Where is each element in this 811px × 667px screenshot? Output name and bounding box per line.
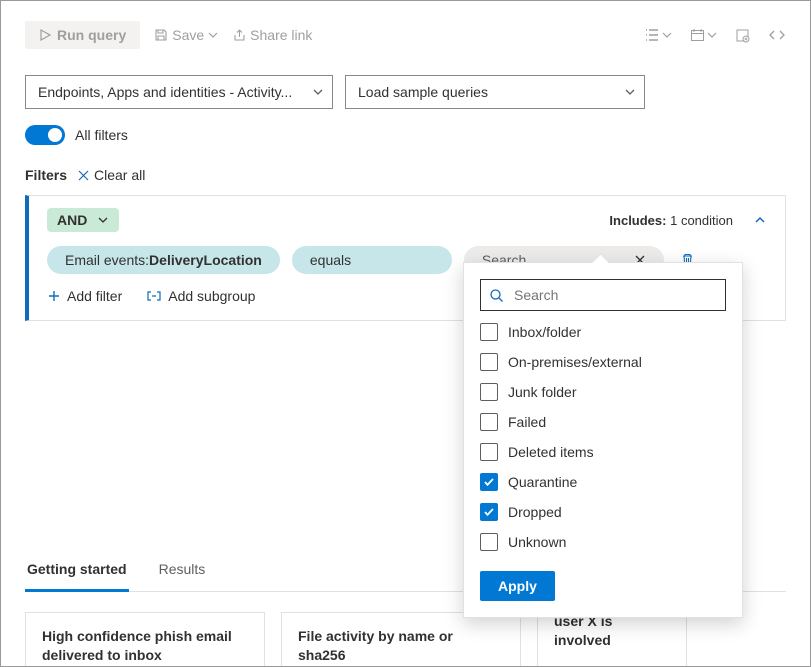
filter-operator-pill[interactable]: equals [292, 246, 452, 274]
query-card[interactable]: user X is involved [537, 612, 687, 667]
save-icon [154, 28, 168, 42]
checkbox[interactable] [480, 533, 498, 551]
card-title: File activity by name or sha256 [298, 628, 453, 663]
chevron-down-icon [624, 86, 636, 98]
popup-search-box[interactable] [480, 279, 726, 311]
close-icon [77, 169, 90, 182]
add-subgroup-label: Add subgroup [168, 288, 255, 304]
tab-label: Results [159, 561, 206, 577]
option-label: Quarantine [508, 474, 577, 490]
cards-row: High confidence phish email delivered to… [25, 612, 786, 667]
field-prefix: Email events: [65, 252, 149, 268]
operator-label: equals [310, 252, 351, 268]
date-button[interactable] [690, 28, 717, 42]
value-picker-popup: Inbox/folder On-premises/external Junk fol… [463, 262, 743, 618]
checkbox[interactable] [480, 323, 498, 341]
subgroup-icon [146, 289, 162, 303]
filters-header: Filters Clear all [25, 167, 786, 183]
all-filters-toggle[interactable] [25, 125, 65, 145]
includes-value: 1 condition [670, 213, 733, 228]
run-query-button[interactable]: Run query [25, 21, 140, 49]
apply-button[interactable]: Apply [480, 571, 555, 601]
all-filters-label: All filters [75, 127, 128, 143]
logic-operator-pill[interactable]: AND [47, 208, 119, 232]
checkbox[interactable] [480, 353, 498, 371]
sample-label: Load sample queries [358, 84, 488, 100]
run-query-label: Run query [57, 27, 126, 43]
filter-group-header: AND Includes: 1 condition [47, 208, 767, 232]
share-icon [232, 28, 246, 42]
chevron-down-icon [312, 86, 324, 98]
add-subgroup-button[interactable]: Add subgroup [146, 288, 255, 304]
save-button[interactable]: Save [154, 27, 218, 43]
tab-getting-started[interactable]: Getting started [25, 551, 129, 592]
query-card[interactable]: File activity by name or sha256 [281, 612, 521, 667]
card-title: High confidence phish email delivered to… [42, 628, 232, 663]
command-bar-right [644, 28, 786, 43]
checkbox[interactable] [480, 413, 498, 431]
dropdown-row: Endpoints, Apps and identities - Activit… [25, 75, 786, 109]
logic-label: AND [57, 212, 87, 228]
option-label: Junk folder [508, 384, 576, 400]
field-name: DeliveryLocation [149, 252, 262, 268]
popup-search-input[interactable] [512, 286, 717, 304]
checkbox[interactable] [480, 443, 498, 461]
checkbox[interactable] [480, 473, 498, 491]
chevron-down-icon [97, 214, 109, 226]
share-link-button[interactable]: Share link [232, 27, 312, 43]
option-row[interactable]: Quarantine [480, 473, 726, 491]
sample-queries-dropdown[interactable]: Load sample queries [345, 75, 645, 109]
option-label: Dropped [508, 504, 562, 520]
editor-toggle-button[interactable] [768, 28, 786, 42]
chevron-down-icon [208, 30, 218, 40]
add-filter-button[interactable]: Add filter [47, 288, 122, 304]
save-label: Save [172, 27, 204, 43]
option-label: Deleted items [508, 444, 594, 460]
option-row[interactable]: Unknown [480, 533, 726, 551]
option-row[interactable]: Deleted items [480, 443, 726, 461]
option-row[interactable]: Failed [480, 413, 726, 431]
includes-label: Includes: [609, 213, 666, 228]
option-label: Unknown [508, 534, 566, 550]
command-bar: Run query Save Share link [25, 19, 786, 51]
search-icon [489, 288, 504, 303]
tab-results[interactable]: Results [157, 551, 208, 591]
option-label: On-premises/external [508, 354, 642, 370]
schema-button[interactable] [735, 28, 750, 43]
apply-label: Apply [498, 578, 537, 594]
option-label: Failed [508, 414, 546, 430]
plus-icon [47, 289, 61, 303]
play-icon [39, 29, 51, 41]
scope-label: Endpoints, Apps and identities - Activit… [38, 84, 292, 100]
add-filter-label: Add filter [67, 288, 122, 304]
card-title: user X is involved [554, 613, 612, 648]
all-filters-row: All filters [25, 125, 786, 145]
filters-label: Filters [25, 167, 67, 183]
option-list: Inbox/folder On-premises/external Junk fol… [480, 323, 726, 551]
clear-all-button[interactable]: Clear all [77, 167, 145, 183]
includes-summary: Includes: 1 condition [609, 213, 733, 228]
tab-label: Getting started [27, 561, 127, 577]
list-view-button[interactable] [644, 28, 672, 42]
query-card[interactable]: High confidence phish email delivered to… [25, 612, 265, 667]
clear-all-label: Clear all [94, 167, 145, 183]
filter-field-pill[interactable]: Email events: DeliveryLocation [47, 246, 280, 274]
collapse-button[interactable] [753, 213, 767, 227]
option-row[interactable]: Dropped [480, 503, 726, 521]
checkbox[interactable] [480, 503, 498, 521]
option-row[interactable]: On-premises/external [480, 353, 726, 371]
share-label: Share link [250, 27, 312, 43]
option-label: Inbox/folder [508, 324, 581, 340]
checkbox[interactable] [480, 383, 498, 401]
option-row[interactable]: Junk folder [480, 383, 726, 401]
scope-dropdown[interactable]: Endpoints, Apps and identities - Activit… [25, 75, 333, 109]
app-frame: Run query Save Share link [0, 0, 811, 667]
option-row[interactable]: Inbox/folder [480, 323, 726, 341]
